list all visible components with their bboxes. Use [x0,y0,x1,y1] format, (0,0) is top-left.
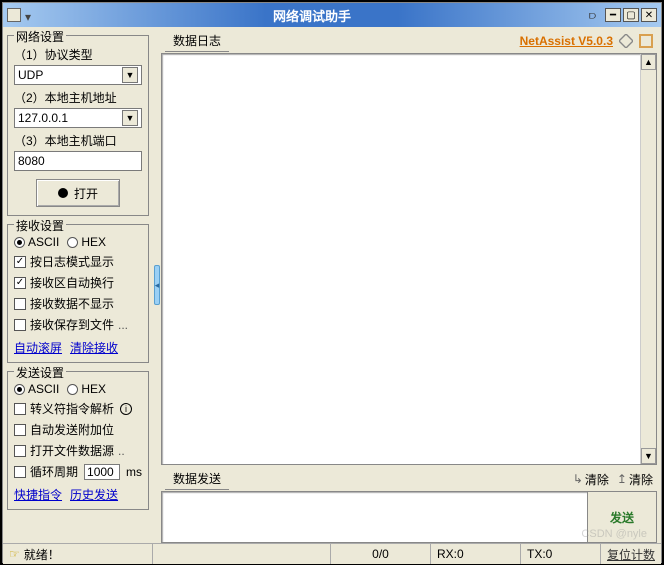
scroll-up-icon[interactable]: ▲ [641,54,656,70]
send-ascii-radio[interactable]: ASCII [14,382,59,396]
protocol-label: （1）协议类型 [14,46,142,63]
protocol-value: UDP [18,68,43,82]
hand-icon: ☞ [9,547,20,561]
open-button-label: 打开 [74,185,98,202]
status-rx: RX:0 [431,544,521,564]
log-textarea[interactable]: ▲ ▼ [161,53,657,465]
arrow-up-icon: ↥ [617,472,627,486]
recv-ascii-radio[interactable]: ASCII [14,235,59,249]
recv-hex-radio[interactable]: HEX [67,235,106,249]
cycle-input[interactable] [84,464,120,480]
group-title: 发送设置 [14,364,66,381]
minimize-button[interactable]: ━ [605,8,621,22]
chevron-down-icon: ▼ [122,67,138,83]
pin-icon[interactable]: ⫐ [589,8,603,22]
group-title: 网络设置 [14,28,66,45]
host-value: 127.0.0.1 [18,111,68,125]
port-input[interactable] [14,151,142,171]
open-file-checkbox[interactable] [14,445,26,457]
clear-send-button[interactable]: ↥清除 [617,471,653,488]
status-bar: ☞ 就绪！ 0/0 RX:0 TX:0 复位计数 [3,543,661,564]
clear-recv-link[interactable]: 清除接收 [70,339,118,356]
receive-settings-group: 接收设置 ASCII HEX ✓按日志模式显示 ✓接收区自动换行 接收数据不显示… [7,224,149,363]
settings-sidebar: 网络设置 （1）协议类型 UDP ▼ （2）本地主机地址 127.0.0.1 ▼… [3,27,153,543]
escape-checkbox[interactable] [14,403,26,415]
status-tx: TX:0 [521,544,601,564]
chevron-down-icon: ▼ [122,110,138,126]
diamond-icon [619,34,633,48]
ellipsis-icon[interactable]: .. [118,444,125,458]
title-bar: ▾ 网络调试助手 ⫐ ━ ▢ ✕ [3,3,661,27]
status-ready: 就绪！ [24,546,60,563]
close-button[interactable]: ✕ [641,8,657,22]
log-tab[interactable]: 数据日志 [165,30,229,52]
ellipsis-icon[interactable]: ... [118,318,128,332]
network-settings-group: 网络设置 （1）协议类型 UDP ▼ （2）本地主机地址 127.0.0.1 ▼… [7,35,149,216]
status-counter: 0/0 [331,544,431,564]
splitter-handle-icon: ◂ [154,265,160,305]
hide-recv-checkbox[interactable] [14,298,26,310]
auto-scroll-link[interactable]: 自动滚屏 [14,339,62,356]
scrollbar[interactable]: ▲ ▼ [640,54,656,464]
quick-cmd-link[interactable]: 快捷指令 [14,486,62,503]
auto-wrap-checkbox[interactable]: ✓ [14,277,26,289]
info-icon[interactable]: i [120,403,132,415]
protocol-select[interactable]: UDP ▼ [14,65,142,85]
arrow-down-icon: ↳ [573,472,583,486]
window-title: 网络调试助手 [35,6,589,25]
send-hex-radio[interactable]: HEX [67,382,106,396]
maximize-button[interactable]: ▢ [623,8,639,22]
host-select[interactable]: 127.0.0.1 ▼ [14,108,142,128]
send-input[interactable] [162,492,588,542]
open-button[interactable]: 打开 [36,179,120,207]
clear-load-button[interactable]: ↳清除 [573,471,609,488]
send-tab[interactable]: 数据发送 [165,468,229,490]
splitter[interactable]: ◂ [153,27,161,543]
host-label: （2）本地主机地址 [14,89,142,106]
brand-label[interactable]: NetAssist V5.0.3 [520,34,613,48]
app-icon [7,8,21,22]
send-button[interactable]: 发送 [588,492,656,542]
cycle-checkbox[interactable] [14,466,26,478]
history-link[interactable]: 历史发送 [70,486,118,503]
reset-counter-link[interactable]: 复位计数 [601,546,661,563]
square-icon[interactable] [639,34,653,48]
auto-append-checkbox[interactable] [14,424,26,436]
send-settings-group: 发送设置 ASCII HEX 转义符指令解析i 自动发送附加位 打开文件数据源.… [7,371,149,510]
dropdown-icon[interactable]: ▾ [25,10,35,20]
log-mode-checkbox[interactable]: ✓ [14,256,26,268]
scroll-down-icon[interactable]: ▼ [641,448,656,464]
save-file-checkbox[interactable] [14,319,26,331]
group-title: 接收设置 [14,217,66,234]
port-label: （3）本地主机端口 [14,132,142,149]
status-dot-icon [58,188,68,198]
